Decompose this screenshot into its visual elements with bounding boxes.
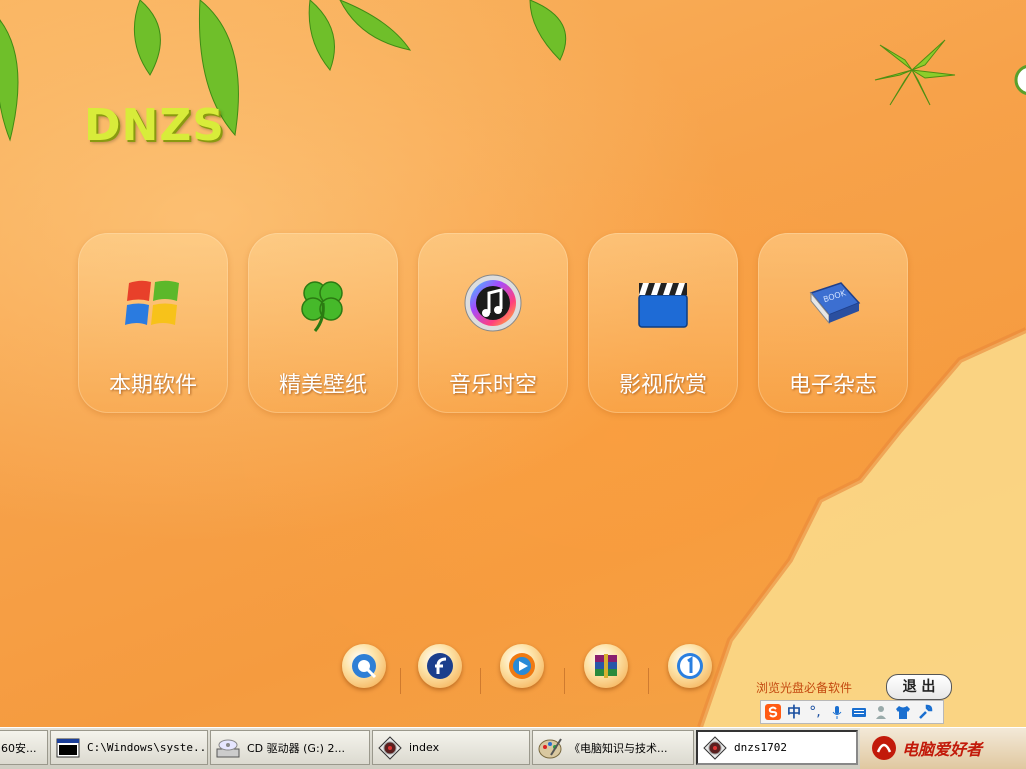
paint-icon: [538, 737, 562, 758]
tile-magazine[interactable]: BOOK 电子杂志: [758, 233, 908, 413]
book-icon: BOOK: [809, 282, 861, 325]
tile-video[interactable]: 影视欣赏: [588, 233, 738, 413]
taskbar-item-paint[interactable]: 《电脑知识与技术...: [532, 730, 694, 765]
flash-player-button[interactable]: [418, 644, 462, 688]
taskbar-item-console[interactable]: C:\Windows\syste...: [50, 730, 208, 765]
taskbar-item-label: index: [409, 741, 440, 754]
wrench-icon[interactable]: [917, 704, 933, 720]
dock-divider: [564, 668, 565, 694]
taskbar-item-label: C:\Windows\syste...: [87, 741, 208, 754]
quicktime-button[interactable]: [342, 644, 386, 688]
skin-shirt-icon[interactable]: [895, 704, 911, 720]
cd-drive-icon: [216, 739, 240, 757]
autorun-window: DNZS 本期软件 精美壁纸 音乐时空 影视欣赏 BOOK 电子杂志 浏览光盘必…: [0, 0, 1026, 727]
exit-button[interactable]: 退 出: [886, 674, 952, 700]
punctuation-icon[interactable]: °,: [807, 704, 823, 720]
tile-label: 影视欣赏: [618, 373, 707, 398]
winrar-icon: [595, 654, 617, 678]
dock-divider: [400, 668, 401, 694]
media-player-button[interactable]: [500, 644, 544, 688]
music-note-icon: [464, 274, 522, 332]
clapperboard-icon: [638, 283, 688, 328]
tile-wallpaper[interactable]: 精美壁纸: [248, 233, 398, 413]
taskbar-item-cd-drive[interactable]: CD 驱动器 (G:) 2...: [210, 730, 370, 765]
tile-label: 本期软件: [108, 373, 197, 398]
dnzs-app-icon: [378, 735, 402, 760]
ime-mode-label[interactable]: 中: [787, 702, 801, 722]
taskbar-item-360[interactable]: 60安...: [0, 730, 48, 765]
keyboard-icon[interactable]: [851, 704, 867, 720]
microphone-icon[interactable]: [829, 704, 845, 720]
taskbar-item-dnzs1702[interactable]: dnzs1702: [696, 730, 858, 765]
palm-leaf-decoration: [874, 39, 956, 106]
taskbar-item-label: 《电脑知识与技术...: [569, 741, 668, 755]
dnzs-app-icon: [703, 735, 727, 760]
tile-software[interactable]: 本期软件: [78, 233, 228, 413]
media-player-icon: [509, 653, 535, 679]
info-button[interactable]: [668, 644, 712, 688]
tile-label: 电子杂志: [788, 373, 877, 398]
windows-logo-icon: [125, 280, 179, 325]
pc-fan-logo-icon: [872, 736, 896, 760]
taskbar-item-index[interactable]: index: [372, 730, 530, 765]
tile-label: 精美壁纸: [278, 373, 367, 398]
winrar-button[interactable]: [584, 644, 628, 688]
info-1-icon: [677, 653, 703, 679]
taskbar-item-label: CD 驱动器 (G:) 2...: [247, 741, 345, 755]
flash-player-icon: [427, 653, 453, 679]
promo-text: 浏览光盘必备软件: [756, 681, 853, 695]
user-icon[interactable]: [873, 704, 889, 720]
taskbar-item-label: dnzs1702: [734, 741, 787, 754]
tray-brand-logo: 电脑爱好者: [902, 740, 983, 759]
dnzs-logo: DNZS: [84, 100, 225, 151]
tile-label: 音乐时空: [448, 373, 537, 398]
ime-toolbar[interactable]: 中 °,: [760, 700, 944, 724]
tile-music[interactable]: 音乐时空: [418, 233, 568, 413]
taskbar-item-label: 60安...: [1, 741, 37, 755]
clover-icon: [301, 281, 343, 332]
console-icon: [56, 738, 80, 757]
dock-divider: [648, 668, 649, 694]
quicktime-icon: [352, 654, 377, 679]
sogou-logo-icon: [765, 704, 781, 720]
dock-divider: [480, 668, 481, 694]
system-tray: 电脑爱好者: [860, 728, 1026, 769]
taskbar: 60安... C:\Windows\syste... CD 驱动器 (G:) 2…: [0, 727, 1026, 769]
